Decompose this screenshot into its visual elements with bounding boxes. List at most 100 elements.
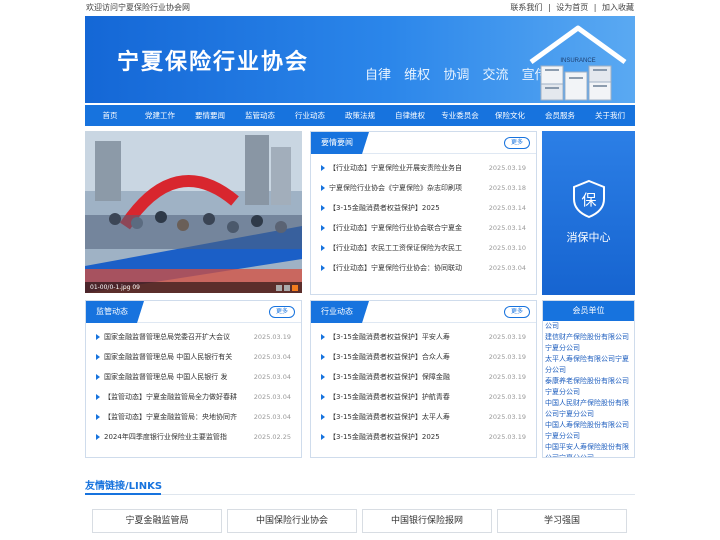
news-title[interactable]: 【3-15金融消费者权益保护】2025: [329, 198, 440, 218]
link-insurance-association-of-china[interactable]: 中国保险行业协会: [227, 509, 357, 533]
list-item[interactable]: 国家金融监督管理总局 中国人民银行 发 2025.03.04: [96, 367, 291, 387]
news-title[interactable]: 【3-15金融消费者权益保护】平安人寿: [329, 327, 450, 347]
slider-dot-active[interactable]: [292, 285, 298, 291]
list-item[interactable]: 【3-15金融消费者权益保护】2025 2025.03.19: [321, 427, 526, 447]
news-title[interactable]: 【监管动态】宁夏金融监管局全力做好春耕: [104, 387, 237, 407]
list-item[interactable]: 国家金融监督管理总局 中国人民银行有关 2025.03.04: [96, 347, 291, 367]
contact-link[interactable]: 联系我们: [510, 3, 542, 12]
member-units-panel: 会员单位 公司 建信财产保险股份有限公司宁夏分公司 太平人寿保险有限公司宁夏分公…: [542, 300, 635, 458]
news-date: 2025.03.18: [488, 184, 526, 192]
list-item[interactable]: 2024年四季度银行业保险业主要监管指 2025.02.25: [96, 427, 291, 447]
panel-header: 要情要闻 更多: [311, 132, 536, 154]
consumer-protection-label: 消保中心: [566, 231, 611, 244]
member-link[interactable]: 泰康养老保险股份有限公司宁夏分公司: [543, 376, 634, 398]
news-title[interactable]: 【3-15金融消费者权益保护】护航青春: [329, 387, 450, 407]
news-title[interactable]: 国家金融监督管理总局党委召开扩大会议: [104, 327, 230, 347]
list-item[interactable]: 【行业动态】宁夏保险行业协会：协同联动 2025.03.04: [321, 258, 526, 278]
site-title[interactable]: 宁夏保险行业协会: [117, 44, 309, 76]
nav-about-us[interactable]: 关于我们: [585, 105, 635, 126]
slider-dot[interactable]: [284, 285, 290, 291]
link-banking-insurance-news[interactable]: 中国银行保险报网: [362, 509, 492, 533]
member-scroll-list[interactable]: 公司 建信财产保险股份有限公司宁夏分公司 太平人寿保险有限公司宁夏分公司 泰康养…: [543, 321, 634, 457]
panel-header: 行业动态 更多: [311, 301, 536, 323]
news-title[interactable]: 【3-15金融消费者权益保护】合众人寿: [329, 347, 450, 367]
news-list: 【行业动态】宁夏保险业开展安责险业务自 2025.03.19 宁夏保险行业协会《宁…: [311, 154, 536, 278]
list-item[interactable]: 【3-15金融消费者权益保护】太平人寿 2025.03.19: [321, 407, 526, 427]
nav-party-building[interactable]: 党建工作: [135, 105, 185, 126]
regulatory-news-title[interactable]: 监管动态: [86, 301, 144, 323]
nav-policies[interactable]: 政策法规: [335, 105, 385, 126]
nav-insurance-culture[interactable]: 保险文化: [485, 105, 535, 126]
news-date: 2025.03.04: [253, 413, 291, 421]
link-xuexi-qiangguo[interactable]: 学习强国: [497, 509, 627, 533]
news-title[interactable]: 国家金融监督管理总局 中国人民银行有关: [104, 347, 232, 367]
top-bar: 欢迎访问宁夏保险行业协会网 联系我们 | 设为首页 | 加入收藏: [0, 0, 720, 15]
list-item[interactable]: 宁夏保险行业协会《宁夏保险》杂志印刷项 2025.03.18: [321, 178, 526, 198]
member-link[interactable]: 太平人寿保险有限公司宁夏分公司: [543, 354, 634, 376]
bullet-icon: [321, 374, 325, 380]
news-date: 2025.03.04: [253, 373, 291, 381]
news-title[interactable]: 宁夏保险行业协会《宁夏保险》杂志印刷项: [329, 178, 462, 198]
news-date: 2025.03.04: [253, 353, 291, 361]
main-nav: 首页 党建工作 要情要闻 监管动态 行业动态 政策法规 自律维权 专业委员会 保…: [85, 105, 635, 126]
member-link[interactable]: 中国人民财产保险股份有限公司宁夏分公司: [543, 398, 634, 420]
news-title[interactable]: 【行业动态】宁夏保险行业协会联合宁夏金: [329, 218, 462, 238]
news-photo-slider[interactable]: 01-00/0-1.jpg 09: [85, 131, 302, 293]
list-item[interactable]: 【3-15金融消费者权益保护】保障金融 2025.03.19: [321, 367, 526, 387]
member-link[interactable]: 建信财产保险股份有限公司宁夏分公司: [543, 332, 634, 354]
news-title[interactable]: 【3-15金融消费者权益保护】太平人寿: [329, 407, 450, 427]
key-news-title[interactable]: 要情要闻: [311, 132, 369, 154]
bullet-icon: [321, 225, 325, 231]
industry-news-title[interactable]: 行业动态: [311, 301, 369, 323]
news-title[interactable]: 【行业动态】宁夏保险业开展安责险业务自: [329, 158, 462, 178]
news-title[interactable]: 【3-15金融消费者权益保护】保障金融: [329, 367, 450, 387]
news-title[interactable]: 【监管动态】宁夏金融监管局：央地协同齐: [104, 407, 237, 427]
bullet-icon: [96, 394, 100, 400]
news-title[interactable]: 国家金融监督管理总局 中国人民银行 发: [104, 367, 227, 387]
list-item[interactable]: 【3-15金融消费者权益保护】平安人寿 2025.03.19: [321, 327, 526, 347]
bullet-icon: [321, 394, 325, 400]
bullet-icon: [321, 434, 325, 440]
news-title[interactable]: 【3-15金融消费者权益保护】2025: [329, 427, 440, 447]
top-links: 联系我们 | 设为首页 | 加入收藏: [507, 0, 634, 15]
insurance-umbrella-icon: INSURANCE: [529, 25, 627, 101]
list-item[interactable]: 【3-15金融消费者权益保护】2025 2025.03.14: [321, 198, 526, 218]
nav-industry-news[interactable]: 行业动态: [285, 105, 335, 126]
list-item[interactable]: 【监管动态】宁夏金融监管局全力做好春耕 2025.03.04: [96, 387, 291, 407]
protection-shield-icon: 保: [573, 179, 605, 219]
list-item[interactable]: 【行业动态】宁夏保险行业协会联合宁夏金 2025.03.14: [321, 218, 526, 238]
member-link[interactable]: 中国人寿保险股份有限公司宁夏分公司: [543, 420, 634, 442]
member-link[interactable]: 中国平安人寿保险股份有限公司宁夏分公司: [543, 442, 634, 457]
key-news-more-button[interactable]: 更多: [504, 137, 530, 149]
panel-header: 监管动态 更多: [86, 301, 301, 323]
nav-regulatory-news[interactable]: 监管动态: [235, 105, 285, 126]
list-item[interactable]: 【行业动态】农民工工资保证保险为农民工 2025.03.10: [321, 238, 526, 258]
list-item[interactable]: 【3-15金融消费者权益保护】合众人寿 2025.03.19: [321, 347, 526, 367]
news-title[interactable]: 【行业动态】宁夏保险行业协会：协同联动: [329, 258, 462, 278]
slider-dot[interactable]: [276, 285, 282, 291]
set-homepage-link[interactable]: 设为首页: [556, 3, 588, 12]
list-item[interactable]: 【行业动态】宁夏保险业开展安责险业务自 2025.03.19: [321, 158, 526, 178]
news-title[interactable]: 【行业动态】农民工工资保证保险为农民工: [329, 238, 462, 258]
news-title[interactable]: 2024年四季度银行业保险业主要监管指: [104, 427, 227, 447]
nav-committees[interactable]: 专业委员会: [435, 105, 485, 126]
nav-member-services[interactable]: 会员服务: [535, 105, 585, 126]
welcome-text: 欢迎访问宁夏保险行业协会网: [86, 3, 190, 12]
list-item[interactable]: 国家金融监督管理总局党委召开扩大会议 2025.03.19: [96, 327, 291, 347]
link-ningxia-financial-regulator[interactable]: 宁夏金融监管局: [92, 509, 222, 533]
nav-key-news[interactable]: 要情要闻: [185, 105, 235, 126]
news-date: 2025.03.14: [488, 224, 526, 232]
list-item[interactable]: 【监管动态】宁夏金融监管局：央地协同齐 2025.03.04: [96, 407, 291, 427]
industry-news-more-button[interactable]: 更多: [504, 306, 530, 318]
umbrella-label: INSURANCE: [560, 58, 595, 64]
nav-home[interactable]: 首页: [85, 105, 135, 126]
nav-self-discipline[interactable]: 自律维权: [385, 105, 435, 126]
member-units-title: 会员单位: [543, 301, 634, 321]
add-favorite-link[interactable]: 加入收藏: [602, 3, 634, 12]
consumer-protection-center-card[interactable]: 保 消保中心: [542, 131, 635, 295]
slogan: 交流: [482, 68, 509, 83]
member-link[interactable]: 公司: [543, 321, 634, 332]
list-item[interactable]: 【3-15金融消费者权益保护】护航青春 2025.03.19: [321, 387, 526, 407]
news-date: 2025.03.19: [488, 413, 526, 421]
regulatory-news-more-button[interactable]: 更多: [269, 306, 295, 318]
